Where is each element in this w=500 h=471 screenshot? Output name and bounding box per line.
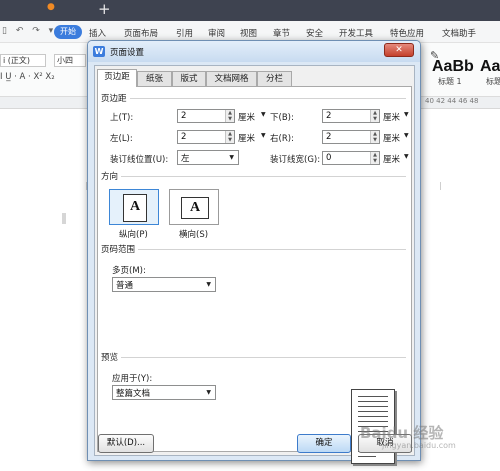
menu-chapter[interactable]: 章节 [273,27,290,39]
tab-columns[interactable]: 分栏 [257,71,292,86]
section-divider [102,98,406,99]
portrait-page-icon: A [123,194,147,222]
tab-layout[interactable]: 版式 [172,71,206,86]
unit-dropdown-icon[interactable]: ▼ [404,132,409,139]
right-margin-value: 2 [326,132,332,142]
tab-doc-grid[interactable]: 文档网格 [206,71,257,86]
left-margin-value: 2 [181,132,187,142]
gutter-position-value: 左 [181,154,190,164]
top-margin-unit: 厘米 [238,113,256,123]
section-divider [102,176,406,177]
dialog-titlebar[interactable]: W 页面设置 ✕ [88,41,420,62]
landscape-option[interactable]: A [169,189,219,225]
close-button[interactable]: ✕ [384,43,414,57]
menu-insert[interactable]: 插入 [89,27,106,39]
format-toolbar-icons[interactable]: I U̲ · A · X² X₂ [0,72,55,82]
gutter-position-label: 装订线位置(U): [110,155,169,165]
menu-developer[interactable]: 开发工具 [339,27,373,39]
top-margin-input[interactable]: 2 ▲ ▼ [177,109,235,123]
top-margin-value: 2 [181,111,187,121]
gutter-position-select[interactable]: 左 ▼ [177,150,239,165]
text-cursor-marker [62,213,66,224]
chevron-down-icon: ▼ [206,389,211,396]
orientation-section-title: 方向 [101,170,122,182]
spin-arrows-icon[interactable]: ▲ ▼ [225,131,234,143]
gutter-width-value: 0 [326,153,332,163]
portrait-option[interactable]: A [109,189,159,225]
menu-references[interactable]: 引用 [176,27,193,39]
page-setup-dialog: W 页面设置 ✕ 页边距 纸张 版式 文档网格 分栏 页边距 上(T): 2 ▲… [87,40,421,464]
gutter-width-input[interactable]: 0 ▲ ▼ [322,151,380,165]
menu-review[interactable]: 审阅 [208,27,225,39]
apply-to-select[interactable]: 整篇文档 ▼ [112,385,216,400]
font-size-combo[interactable]: 小四 [54,54,86,67]
title-tab-strip: ● + [0,0,500,21]
spin-arrows-icon[interactable]: ▲ ▼ [370,131,379,143]
style-heading1-preview[interactable]: AaBb [432,58,474,76]
page-range-section-title: 页码范围 [101,243,139,255]
spin-arrows-icon[interactable]: ▲ ▼ [370,152,379,164]
menu-features[interactable]: 特色应用 [390,27,424,39]
default-button[interactable]: 默认(D)... [98,434,154,453]
bottom-margin-unit: 厘米 [383,113,401,123]
right-margin-input[interactable]: 2 ▲ ▼ [322,130,380,144]
menu-view[interactable]: 视图 [240,27,257,39]
right-margin-label: 右(R): [270,134,294,144]
section-divider [102,249,406,250]
dialog-title: 页面设置 [110,48,145,58]
bottom-margin-input[interactable]: 2 ▲ ▼ [322,109,380,123]
menu-page-layout[interactable]: 页面布局 [124,27,158,39]
apply-to-label: 应用于(Y): [112,374,153,384]
unit-dropdown-icon[interactable]: ▼ [261,111,266,118]
unit-dropdown-icon[interactable]: ▼ [404,153,409,160]
ok-button[interactable]: 确定 [297,434,351,453]
dialog-body: 页边距 纸张 版式 文档网格 分栏 页边距 上(T): 2 ▲ ▼ 厘米 ▼ 下(… [94,65,415,464]
menu-start[interactable]: 开始 [54,25,82,39]
multi-page-label: 多页(M): [112,266,146,276]
portrait-label: 纵向(P) [119,230,148,240]
spin-arrows-icon[interactable]: ▲ ▼ [225,110,234,122]
menu-security[interactable]: 安全 [306,27,323,39]
preview-section-title: 预览 [101,351,122,363]
chevron-down-icon: ▼ [206,281,211,288]
multi-page-value: 普通 [116,281,134,291]
gutter-width-unit: 厘米 [383,155,401,165]
bottom-margin-label: 下(B): [270,113,294,123]
quick-access-icons[interactable]: ▯ ↶ ↷ ▾ [2,26,56,36]
landscape-page-icon: A [181,197,209,219]
tab-margins[interactable]: 页边距 [97,69,137,87]
unsaved-dot-icon: ● [47,2,55,12]
margins-section-title: 页边距 [101,92,130,104]
left-margin-unit: 厘米 [238,134,256,144]
apply-to-value: 整篇文档 [116,389,151,399]
section-divider [102,357,406,358]
baidu-watermark: Baidu 经验 [360,424,444,442]
tab-paper[interactable]: 纸张 [137,71,172,86]
style-title-label: 标题 [486,77,500,86]
unit-dropdown-icon[interactable]: ▼ [404,111,409,118]
baidu-watermark-url: jingyan.baidu.com [382,441,456,450]
left-margin-label: 左(L): [110,134,133,144]
left-margin-input[interactable]: 2 ▲ ▼ [177,130,235,144]
chevron-down-icon: ▼ [229,154,234,161]
margin-corner-mark [440,182,441,190]
multi-page-select[interactable]: 普通 ▼ [112,277,216,292]
bottom-margin-value: 2 [326,111,332,121]
new-tab-icon[interactable]: + [98,1,111,18]
style-heading1-label: 标题 1 [438,77,462,86]
margins-panel: 页边距 上(T): 2 ▲ ▼ 厘米 ▼ 下(B): 2 ▲ ▼ 厘米 ▼ 左(L)… [97,86,412,464]
wps-app-icon: W [93,46,105,57]
spin-arrows-icon[interactable]: ▲ ▼ [370,110,379,122]
landscape-label: 横向(S) [179,230,209,240]
top-margin-label: 上(T): [110,113,134,123]
ruler-numbers: 40 42 44 46 48 [425,97,479,105]
font-name-combo[interactable]: i (正文) [0,54,46,67]
gutter-width-label: 装订线宽(G): [270,155,321,165]
menu-doc-assistant[interactable]: 文档助手 [442,27,476,39]
unit-dropdown-icon[interactable]: ▼ [261,132,266,139]
right-margin-unit: 厘米 [383,134,401,144]
style-title-preview[interactable]: AaI [480,58,500,76]
